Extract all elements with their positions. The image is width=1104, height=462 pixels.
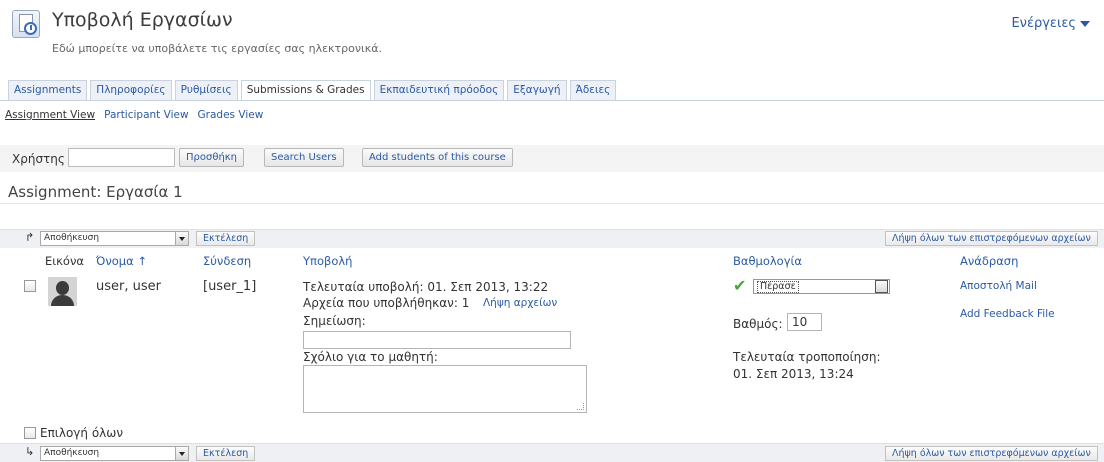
col-grading-header[interactable]: Βαθμολογία — [733, 254, 802, 268]
select-arrow-up-icon: ↱ — [25, 231, 35, 244]
col-name-label: Όνομα — [96, 254, 134, 268]
subtab-grades-view[interactable]: Grades View — [198, 109, 264, 121]
tab-submissions-grades[interactable]: Submissions & Grades — [240, 80, 371, 100]
caret-down-icon — [1080, 20, 1090, 27]
subtab-bar: Assignment View Participant View Grades … — [5, 109, 263, 121]
bulk-action-select-bottom[interactable]: Αποθήκευση — [40, 446, 189, 461]
tab-info[interactable]: Πληροφορίες — [90, 80, 172, 100]
add-course-students-button[interactable]: Add students of this course — [362, 148, 513, 167]
col-name-header[interactable]: Όνομα ↑ — [96, 254, 147, 268]
download-returned-files-bottom[interactable]: Λήψη όλων των επιστρεφόμενων αρχείων — [885, 446, 1098, 461]
last-modified-label: Τελευταία τροποποίηση: — [733, 350, 881, 364]
assignment-title: Assignment: Εργασία 1 — [8, 183, 183, 201]
tab-learning-progress[interactable]: Εκπαιδευτική πρόοδος — [373, 80, 505, 100]
col-login-header[interactable]: Σύνδεση — [203, 254, 251, 268]
tab-settings[interactable]: Ρυθμίσεις — [174, 80, 238, 100]
comment-textarea[interactable] — [303, 365, 587, 413]
col-submission-header[interactable]: Υποβολή — [303, 254, 352, 268]
passed-check-icon: ✔ — [733, 276, 747, 295]
add-user-button[interactable]: Προσθήκη — [179, 148, 245, 167]
tab-bar: Assignments Πληροφορίες Ρυθμίσεις Submis… — [8, 80, 617, 100]
dropdown-arrow-icon — [175, 232, 188, 245]
add-feedback-file-link[interactable]: Add Feedback File — [960, 308, 1055, 320]
note-label: Σημείωση: — [303, 314, 366, 328]
actions-menu-label: Ενέργειες — [1011, 16, 1076, 31]
actions-menu[interactable]: Ενέργειες — [1011, 16, 1090, 31]
select-all-checkbox[interactable] — [24, 427, 36, 439]
grade-label: Βαθμός: — [733, 317, 783, 331]
page-title: Υποβολή Εργασίων — [52, 9, 233, 31]
select-all-label: Επιλογή όλων — [40, 426, 124, 440]
user-label: Χρήστης — [12, 152, 65, 166]
col-feedback-header[interactable]: Ανάδραση — [960, 254, 1018, 268]
sort-asc-icon: ↑ — [137, 254, 147, 268]
tab-permissions[interactable]: Άδειες — [569, 80, 617, 100]
execute-button-bottom[interactable]: Εκτέλεση — [196, 446, 256, 461]
subtab-participant-view[interactable]: Participant View — [104, 109, 188, 121]
download-files-link[interactable]: Λήψη αρχείων — [483, 297, 557, 309]
last-submission: Τελευταία υποβολή: 01. Σεπ 2013, 13:22 — [303, 280, 549, 294]
last-modified-value: 01. Σεπ 2013, 13:24 — [733, 367, 854, 381]
dropdown-arrow-icon — [175, 447, 188, 460]
tab-export[interactable]: Εξαγωγή — [507, 80, 567, 100]
divider — [0, 203, 1104, 204]
dropdown-arrow-icon — [875, 280, 888, 293]
grade-status-select[interactable]: Πέρασε — [753, 279, 890, 294]
tab-assignments[interactable]: Assignments — [8, 80, 88, 100]
user-name: user, user — [96, 279, 161, 294]
comment-label: Σχόλιο για το μαθητή: — [303, 350, 438, 364]
user-login: [user_1] — [203, 279, 257, 294]
bulk-action-value: Αποθήκευση — [44, 233, 100, 243]
page-subtitle: Εδώ μπορείτε να υποβάλετε τις εργασίες σ… — [52, 42, 382, 55]
note-input[interactable] — [303, 331, 571, 349]
grade-input[interactable]: 10 — [787, 313, 822, 331]
user-avatar — [48, 277, 77, 306]
resize-grip-icon — [577, 403, 584, 410]
assignment-module-icon — [12, 10, 40, 38]
grade-status-value: Πέρασε — [757, 281, 799, 293]
col-image-header: Εικόνα — [45, 254, 84, 268]
row-checkbox[interactable] — [24, 280, 36, 292]
bulk-action-select-top[interactable]: Αποθήκευση — [40, 231, 189, 246]
tabs-divider — [0, 100, 1104, 101]
select-arrow-down-icon: ↳ — [25, 445, 35, 458]
files-submitted: Αρχεία που υποβλήθηκαν: 1 — [303, 296, 470, 310]
user-search-input[interactable] — [68, 148, 175, 167]
search-users-button[interactable]: Search Users — [264, 148, 344, 167]
subtab-assignment-view[interactable]: Assignment View — [5, 109, 95, 121]
send-mail-link[interactable]: Αποστολή Mail — [960, 280, 1037, 292]
execute-button-top[interactable]: Εκτέλεση — [196, 231, 256, 246]
download-returned-files-top[interactable]: Λήψη όλων των επιστρεφόμενων αρχείων — [885, 231, 1098, 246]
bulk-action-value: Αποθήκευση — [44, 448, 100, 458]
